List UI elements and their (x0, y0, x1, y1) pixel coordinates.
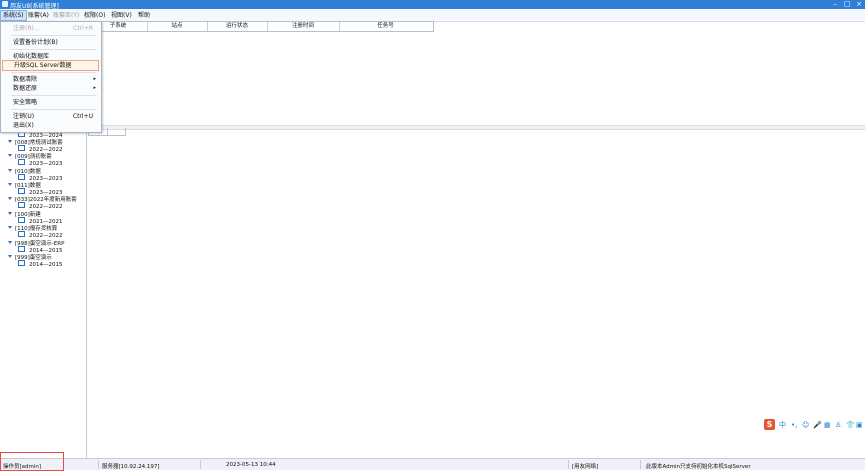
menu-item-logout[interactable]: 注销(U) Ctrl+U (13, 112, 99, 121)
tree-year-node[interactable]: 2022—2022 (18, 202, 63, 210)
menu-separator (11, 35, 97, 36)
expand-arrow-icon[interactable] (8, 154, 12, 157)
calendar-icon (18, 174, 25, 180)
menu-account-library[interactable]: 账套库(Y) (51, 11, 81, 20)
punctuation-icon[interactable]: •, (791, 420, 797, 430)
menu-view[interactable]: 视图(V) (109, 11, 134, 20)
menu-item-security-policy[interactable]: 安全策略 (13, 98, 99, 107)
menu-account[interactable]: 账套(A) (26, 11, 51, 20)
status-divider (640, 460, 641, 469)
calendar-icon (18, 202, 25, 208)
menu-item-backup-plan[interactable]: 设置备份计划(B) (13, 38, 99, 47)
menu-help[interactable]: 帮助 (136, 11, 152, 20)
annotation-highlight-box (0, 452, 64, 471)
app-icon (2, 1, 8, 7)
shortcut-label: Ctrl+R (73, 25, 93, 32)
ime-toolbar: S 中 •, ☺ 🎤 ▦ ♙ 👕 ▣ (764, 419, 864, 432)
menu-item-exit[interactable]: 退出(X) (13, 121, 99, 130)
status-datetime: 2023-05-13 10:44 (226, 462, 276, 468)
menu-separator (11, 49, 97, 50)
maximize-button[interactable]: □ (841, 0, 853, 9)
status-divider (568, 460, 569, 469)
expand-arrow-icon[interactable] (8, 140, 12, 143)
menu-permission[interactable]: 权限(O) (82, 11, 107, 20)
expand-arrow-icon[interactable] (8, 183, 12, 186)
subsystem-grid-header: 子系统 站点 运行状态 注册时间 任务号 (88, 21, 434, 32)
expand-arrow-icon[interactable] (8, 226, 12, 229)
ime-mode-toggle[interactable]: 中 (779, 420, 786, 430)
calendar-icon (18, 159, 25, 165)
shortcut-label: Ctrl+U (72, 113, 93, 120)
expand-arrow-icon[interactable] (8, 212, 12, 215)
submenu-arrow-icon: ▸ (93, 76, 96, 82)
close-button[interactable]: × (853, 0, 865, 9)
user-icon[interactable]: ♙ (835, 420, 841, 430)
menu-system[interactable]: 系统(S) (0, 10, 27, 21)
keyboard-icon[interactable]: ▦ (824, 420, 831, 430)
tree-year-node[interactable]: 2022—2022 (18, 231, 63, 239)
skin-icon[interactable]: 👕 (846, 420, 855, 430)
status-divider (200, 460, 201, 469)
system-dropdown-menu: 注册(R)... Ctrl+R 设置备份计划(B) 初始化数据库 升级SQL Se… (0, 21, 102, 133)
calendar-icon (18, 145, 25, 151)
submenu-arrow-icon: ▸ (93, 85, 96, 91)
expand-arrow-icon[interactable] (8, 197, 12, 200)
microphone-icon[interactable]: 🎤 (813, 420, 822, 430)
toolbox-icon[interactable]: ▣ (856, 420, 863, 430)
col-header-site[interactable]: 站点 (147, 22, 208, 31)
status-bar: 操作员[admin] 服务器[10.92.24.197] 2023-05-13 … (0, 458, 865, 470)
col-header-register-time[interactable]: 注册时间 (267, 22, 340, 31)
sogou-logo-icon[interactable]: S (764, 419, 775, 430)
menu-item-data-clear[interactable]: 数据清除 ▸ (13, 75, 99, 84)
calendar-icon (18, 260, 25, 266)
menu-separator (11, 72, 97, 73)
menu-item-upgrade-sqlserver[interactable]: 升级SQL Server数据 (2, 60, 99, 71)
calendar-icon (18, 217, 25, 223)
col-header-task-no[interactable]: 任务号 (339, 22, 432, 31)
expand-arrow-icon[interactable] (8, 169, 12, 172)
emoji-icon[interactable]: ☺ (802, 420, 809, 430)
title-bar: 用友U8[系统管理] – □ × (0, 0, 865, 10)
calendar-icon (18, 246, 25, 252)
expand-arrow-icon[interactable] (8, 241, 12, 244)
calendar-icon (18, 188, 25, 194)
calendar-icon (18, 231, 25, 237)
col-header-status[interactable]: 运行状态 (207, 22, 268, 31)
expand-arrow-icon[interactable] (8, 255, 12, 258)
tree-year-node[interactable]: 2014—2015 (18, 260, 63, 268)
minimize-button[interactable]: – (829, 0, 841, 9)
menu-item-data-restore[interactable]: 数据还原 ▸ (13, 84, 99, 93)
column-divider (107, 128, 108, 135)
status-divider (98, 460, 99, 469)
menu-separator (11, 109, 97, 110)
tree-year-node[interactable]: 2023—2023 (18, 159, 63, 167)
menu-separator (11, 95, 97, 96)
menu-item-register[interactable]: 注册(R)... Ctrl+R (13, 24, 99, 33)
pane-splitter[interactable] (86, 125, 865, 130)
